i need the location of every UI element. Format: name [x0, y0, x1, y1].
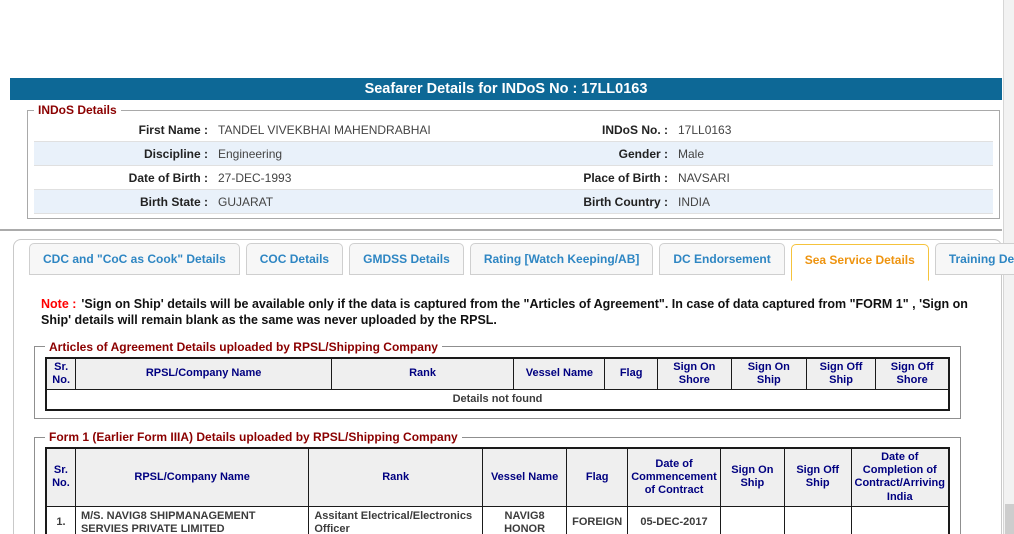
tab-training-details[interactable]: Training Details — [934, 243, 1014, 275]
details-not-found-message: Details not found — [45, 388, 950, 411]
col-rank: Rank — [308, 447, 484, 507]
cell-rank: Assitant Electrical/Electronics Officer — [308, 505, 484, 534]
indos-row-state: Birth State : GUJARAT Birth Country : IN… — [34, 190, 993, 214]
articles-of-agreement-legend: Articles of Agreement Details uploaded b… — [49, 339, 438, 354]
form1-table: Sr. No. RPSL/Company Name Rank Vessel Na… — [45, 447, 950, 534]
tab-rating-watch-keeping-ab[interactable]: Rating [Watch Keeping/AB] — [469, 243, 654, 275]
col-sign-off-ship: Sign Off Ship — [783, 447, 852, 507]
col-sign-on-ship: Sign On Ship — [719, 447, 785, 507]
date-of-birth-label: Date of Birth : — [128, 170, 208, 185]
tab-bar: CDC and "CoC as Cook" Details COC Detail… — [29, 243, 1014, 281]
note-body: 'Sign on Ship' details will be available… — [41, 297, 968, 328]
col-vessel: Vessel Name — [513, 357, 606, 390]
tab-cdc-coc-as-cook-details[interactable]: CDC and "CoC as Cook" Details — [29, 243, 240, 275]
tab-sea-service-details[interactable]: Sea Service Details — [790, 244, 929, 281]
cell-sign-on-ship — [719, 505, 785, 534]
page-content: Seafarer Details for INDoS No : 17LL0163… — [0, 0, 1014, 534]
cell-sign-off-ship — [783, 505, 852, 534]
indos-row-discipline: Discipline : Engineering Gender : Male — [34, 142, 993, 166]
col-sr-no: Sr. No. — [45, 357, 77, 390]
articles-header-row: Sr. No. RPSL/Company Name Rank Vessel Na… — [45, 357, 950, 390]
col-sign-on-ship: Sign On Ship — [730, 357, 807, 390]
tab-gmdss-details[interactable]: GMDSS Details — [349, 243, 464, 275]
indos-no-label: INDoS No. : — [602, 122, 668, 137]
cell-flag: FOREIGN — [566, 505, 629, 534]
top-whitespace — [0, 0, 1002, 78]
discipline-label: Discipline : — [143, 146, 208, 161]
note-text: Note : 'Sign on Ship' details will be ava… — [41, 296, 983, 329]
indos-details-fieldset: INDoS Details First Name : TANDEL VIVEKB… — [27, 103, 1000, 219]
form1-legend: Form 1 (Earlier Form IIIA) Details uploa… — [49, 430, 458, 445]
indos-no-value: 17LL0163 — [678, 122, 732, 137]
col-company: RPSL/Company Name — [74, 447, 310, 507]
first-name-value: TANDEL VIVEKBHAI MAHENDRABHAI — [218, 122, 431, 137]
col-company: RPSL/Company Name — [75, 357, 332, 390]
birth-country-value: INDIA — [678, 194, 711, 209]
indos-row-name: First Name : TANDEL VIVEKBHAI MAHENDRABH… — [34, 118, 993, 142]
form1-fieldset: Form 1 (Earlier Form IIIA) Details uploa… — [34, 430, 961, 534]
indos-row-birth: Date of Birth : 27-DEC-1993 Place of Bir… — [34, 166, 993, 190]
discipline-value: Engineering — [218, 146, 283, 161]
birth-country-label: Birth Country : — [583, 194, 668, 209]
note-prefix: Note : — [41, 297, 77, 311]
indos-details-legend: INDoS Details — [38, 103, 117, 117]
page-title: Seafarer Details for INDoS No : 17LL0163 — [10, 78, 1002, 100]
section-divider — [0, 229, 1002, 231]
tab-dc-endorsement[interactable]: DC Endorsement — [659, 243, 785, 275]
articles-of-agreement-fieldset: Articles of Agreement Details uploaded b… — [34, 339, 961, 420]
first-name-label: First Name : — [138, 122, 208, 137]
table-row: Details not found — [45, 388, 950, 411]
col-sr-no: Sr. No. — [45, 447, 76, 507]
place-of-birth-label: Place of Birth : — [583, 170, 668, 185]
col-sign-off-shore: Sign Off Shore — [875, 357, 950, 390]
col-sign-on-shore: Sign On Shore — [656, 357, 732, 390]
place-of-birth-value: NAVSARI — [678, 170, 730, 185]
vertical-scrollbar-thumb[interactable] — [1005, 504, 1014, 534]
col-date-completion: Date of Completion of Contract/Arriving … — [850, 447, 950, 507]
cell-vessel: NAVIG8 HONOR — [482, 505, 568, 534]
table-row: 1. M/S. NAVIG8 SHIPMANAGEMENT SERVIES PR… — [45, 505, 950, 534]
col-flag: Flag — [566, 447, 629, 507]
cell-sr-no: 1. — [45, 505, 76, 534]
form1-header-row: Sr. No. RPSL/Company Name Rank Vessel Na… — [45, 447, 950, 507]
tab-panel: CDC and "CoC as Cook" Details COC Detail… — [13, 239, 1014, 534]
gender-label: Gender : — [618, 146, 668, 161]
col-vessel: Vessel Name — [482, 447, 568, 507]
col-date-commencement: Date of Commencement of Contract — [627, 447, 721, 507]
cell-date-completion — [850, 505, 950, 534]
birth-state-label: Birth State : — [139, 194, 208, 209]
date-of-birth-value: 27-DEC-1993 — [218, 170, 292, 185]
tab-coc-details[interactable]: COC Details — [245, 243, 344, 275]
col-flag: Flag — [604, 357, 658, 390]
birth-state-value: GUJARAT — [218, 194, 274, 209]
cell-company: M/S. NAVIG8 SHIPMANAGEMENT SERVIES PRIVA… — [74, 505, 310, 534]
gender-value: Male — [678, 146, 705, 161]
col-sign-off-ship: Sign Off Ship — [805, 357, 877, 390]
col-rank: Rank — [330, 357, 515, 390]
articles-of-agreement-table: Sr. No. RPSL/Company Name Rank Vessel Na… — [45, 356, 950, 412]
cell-date-commencement: 05-DEC-2017 — [627, 505, 721, 534]
